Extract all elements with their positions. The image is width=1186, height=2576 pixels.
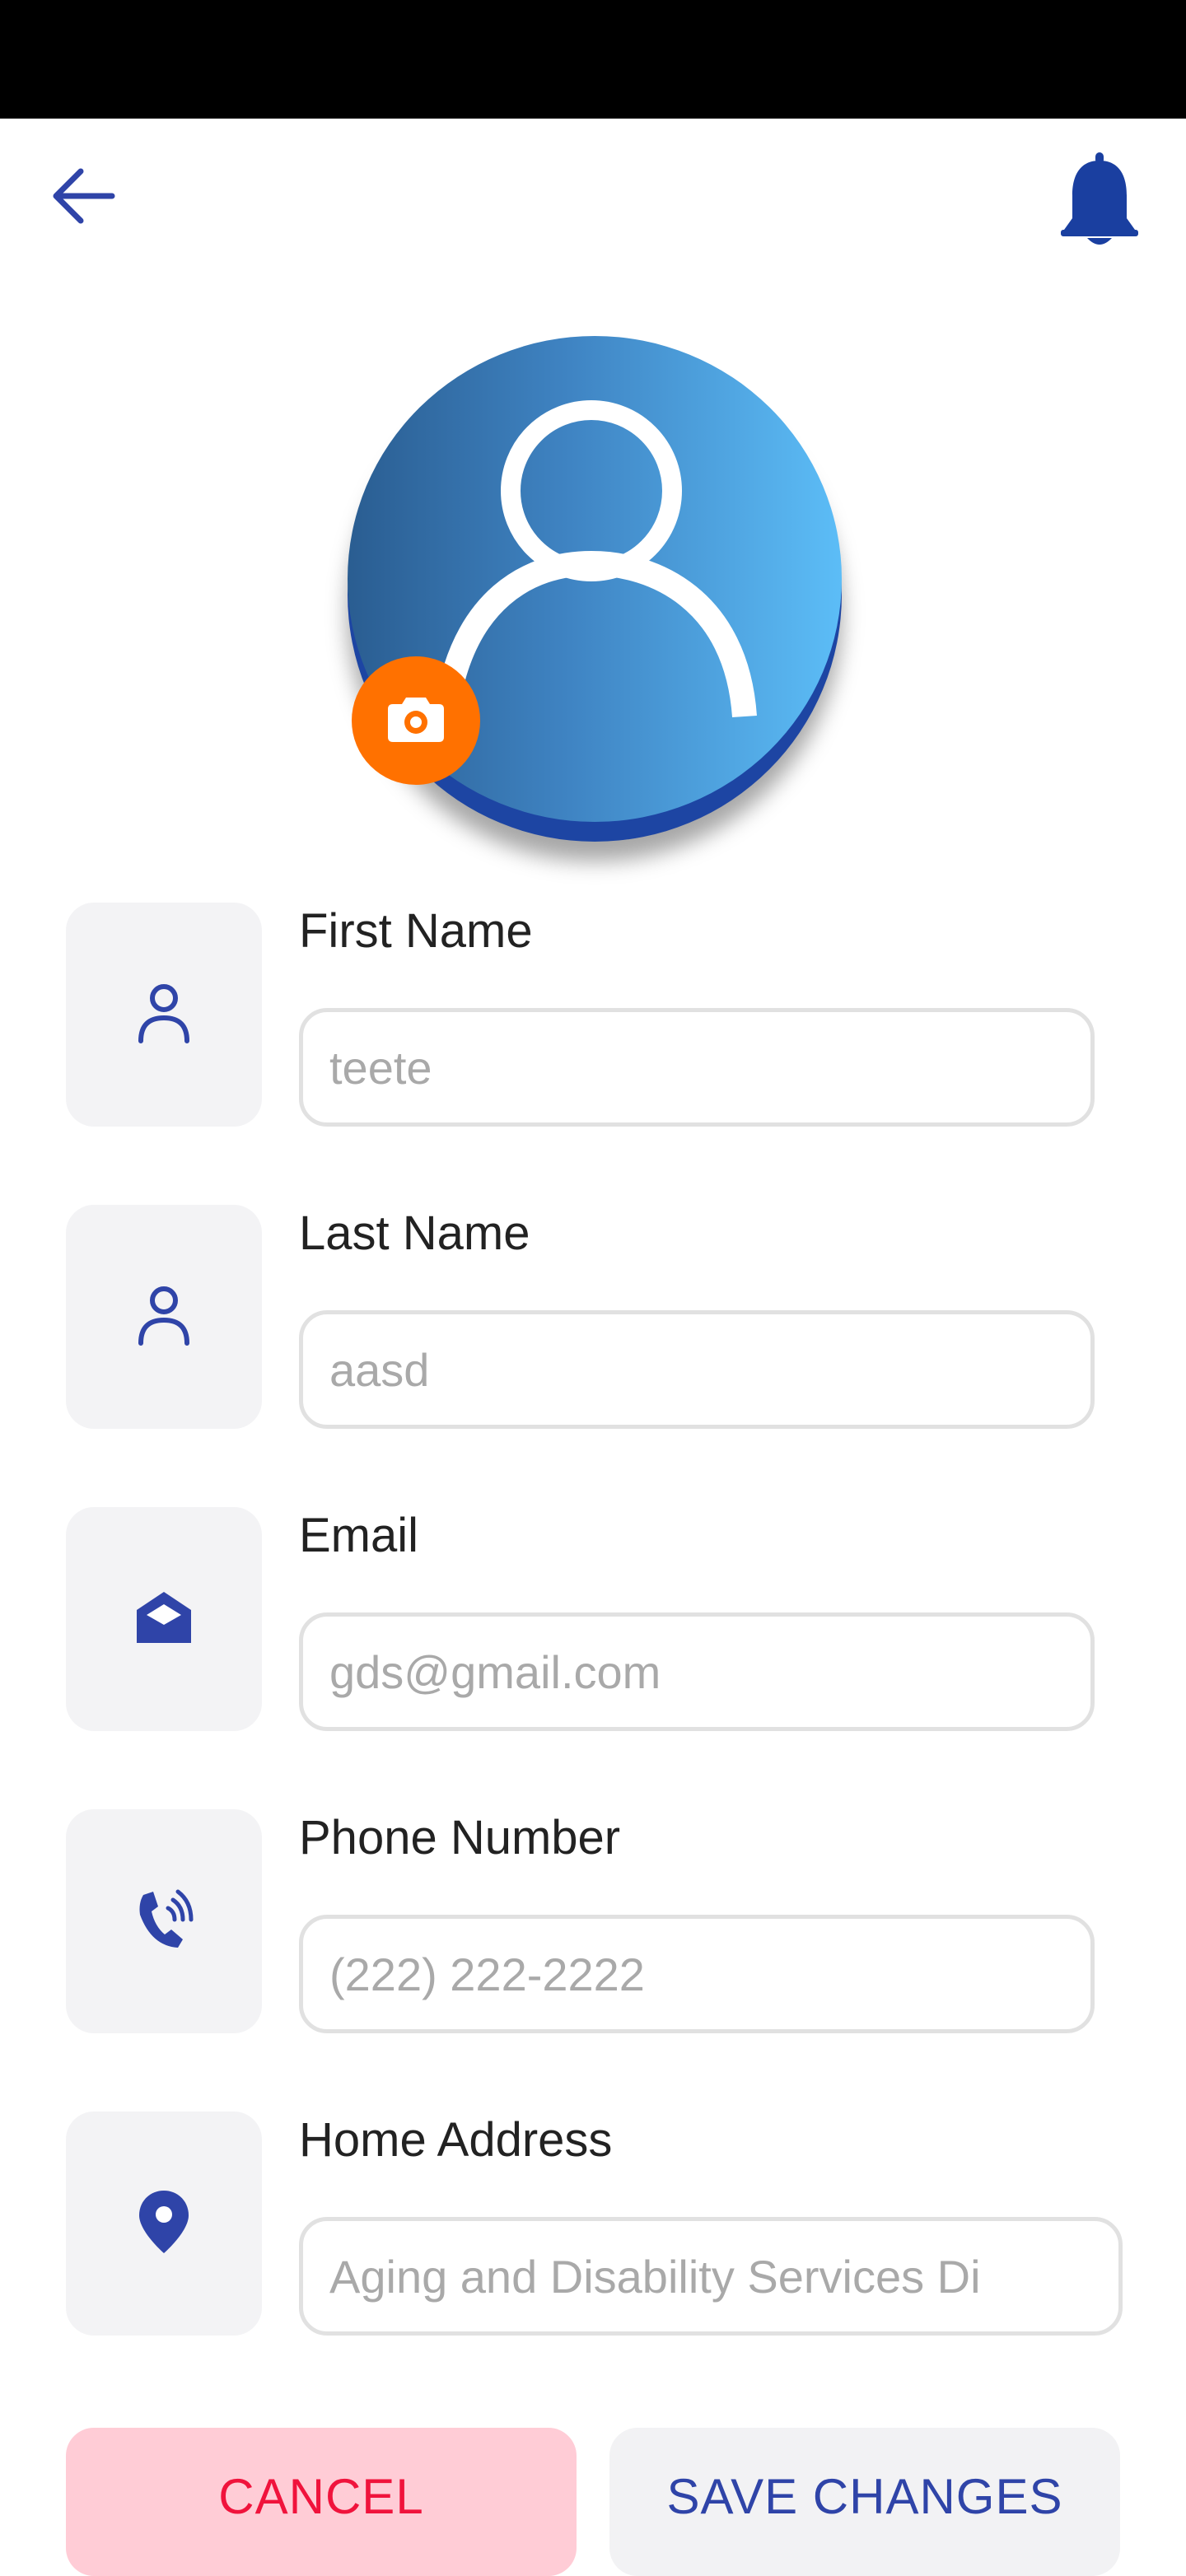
address-label: Home Address	[299, 2113, 613, 2167]
first-name-icon-tile	[66, 903, 262, 1127]
address-icon-tile	[66, 2112, 262, 2336]
phone-input[interactable]	[299, 1915, 1095, 2033]
user-icon	[134, 982, 194, 1048]
address-input[interactable]	[299, 2217, 1123, 2336]
user-icon	[134, 1284, 194, 1351]
camera-icon	[386, 694, 446, 748]
envelope-open-icon	[135, 1590, 193, 1649]
phone-label: Phone Number	[299, 1811, 621, 1864]
last-name-icon-tile	[66, 1205, 262, 1429]
first-name-row: First Name	[66, 903, 1137, 1127]
email-row: Email	[66, 1507, 1137, 1731]
status-bar	[0, 0, 1186, 119]
phone-ringing-icon	[133, 1887, 194, 1957]
first-name-label: First Name	[299, 904, 533, 958]
location-pin-icon	[137, 2189, 191, 2259]
first-name-input[interactable]	[299, 1008, 1095, 1127]
email-input[interactable]	[299, 1612, 1095, 1731]
phone-row: Phone Number	[66, 1809, 1137, 2033]
back-button[interactable]	[41, 156, 124, 239]
change-photo-button[interactable]	[352, 656, 480, 785]
email-label: Email	[299, 1509, 419, 1562]
arrow-left-icon	[48, 161, 117, 235]
bell-icon	[1059, 151, 1140, 254]
address-row: Home Address	[66, 2112, 1137, 2336]
cancel-button[interactable]: CANCEL	[66, 2428, 577, 2576]
last-name-input[interactable]	[299, 1310, 1095, 1429]
last-name-label: Last Name	[299, 1206, 530, 1260]
notifications-button[interactable]	[1054, 148, 1145, 255]
last-name-row: Last Name	[66, 1205, 1137, 1429]
phone-icon-tile	[66, 1809, 262, 2033]
save-changes-button[interactable]: SAVE CHANGES	[609, 2428, 1120, 2576]
email-icon-tile	[66, 1507, 262, 1731]
